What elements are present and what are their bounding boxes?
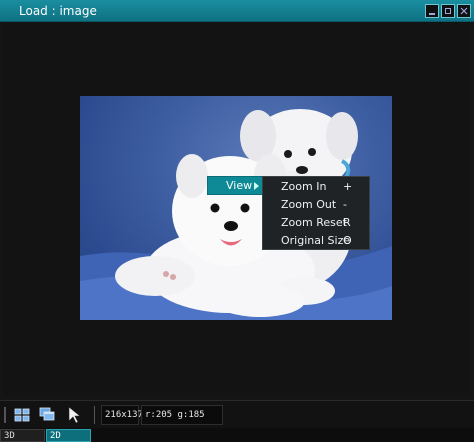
windows-layout-icon bbox=[14, 408, 30, 422]
menu-item-label: Original Size bbox=[281, 234, 351, 247]
pixel-value-readout: r:205 g:185 b:182 bbox=[141, 405, 223, 438]
menu-item-shortcut: R bbox=[343, 216, 351, 229]
menu-item-label: Zoom Out bbox=[281, 198, 337, 211]
cascade-windows-button[interactable] bbox=[38, 405, 58, 425]
minimize-button[interactable] bbox=[425, 4, 439, 18]
image-size-readout: 216x137 bbox=[101, 405, 143, 425]
maximize-icon bbox=[445, 8, 451, 14]
toolbar-grip[interactable] bbox=[4, 407, 6, 423]
menu-item-label: Zoom Reset bbox=[281, 216, 347, 229]
view-submenu: Zoom In + Zoom Out - Zoom Reset R Origin… bbox=[262, 176, 370, 250]
menu-item-shortcut: - bbox=[343, 198, 347, 211]
view-menu-item[interactable]: View bbox=[207, 176, 263, 195]
menu-item-label: Zoom In bbox=[281, 180, 327, 193]
tab-2d-viewer[interactable]: 2D Viewer bbox=[46, 429, 91, 442]
pointer-tool-button[interactable] bbox=[64, 405, 84, 425]
cascade-windows-icon bbox=[39, 407, 55, 421]
bottom-toolbar: 216x137 r:205 g:185 b:182 bbox=[0, 400, 474, 438]
zoom-reset-menu-item[interactable]: Zoom Reset R bbox=[263, 214, 369, 232]
menu-item-shortcut: + bbox=[343, 180, 353, 193]
viewer-tabs: 3D Viewer 2D Viewer bbox=[0, 428, 474, 442]
original-size-menu-item[interactable]: Original Size O bbox=[263, 232, 369, 250]
close-button[interactable] bbox=[457, 4, 471, 18]
windows-layout-button[interactable] bbox=[12, 405, 32, 425]
load-image-window: Load : image View Zoom In + Zoom Out - Z… bbox=[0, 0, 474, 442]
view-menu-label: View bbox=[226, 179, 253, 192]
submenu-arrow-icon bbox=[254, 182, 259, 190]
toolbar-separator bbox=[94, 406, 96, 424]
title-bar[interactable]: Load : image bbox=[0, 0, 474, 22]
menu-item-shortcut: O bbox=[343, 234, 352, 247]
maximize-button[interactable] bbox=[441, 4, 455, 18]
window-title: Load : image bbox=[19, 4, 97, 18]
tab-3d-viewer[interactable]: 3D Viewer bbox=[0, 429, 45, 442]
minimize-icon bbox=[429, 13, 435, 15]
close-icon bbox=[460, 7, 468, 15]
pointer-icon bbox=[68, 406, 81, 424]
zoom-out-menu-item[interactable]: Zoom Out - bbox=[263, 196, 369, 214]
zoom-in-menu-item[interactable]: Zoom In + bbox=[263, 178, 369, 196]
